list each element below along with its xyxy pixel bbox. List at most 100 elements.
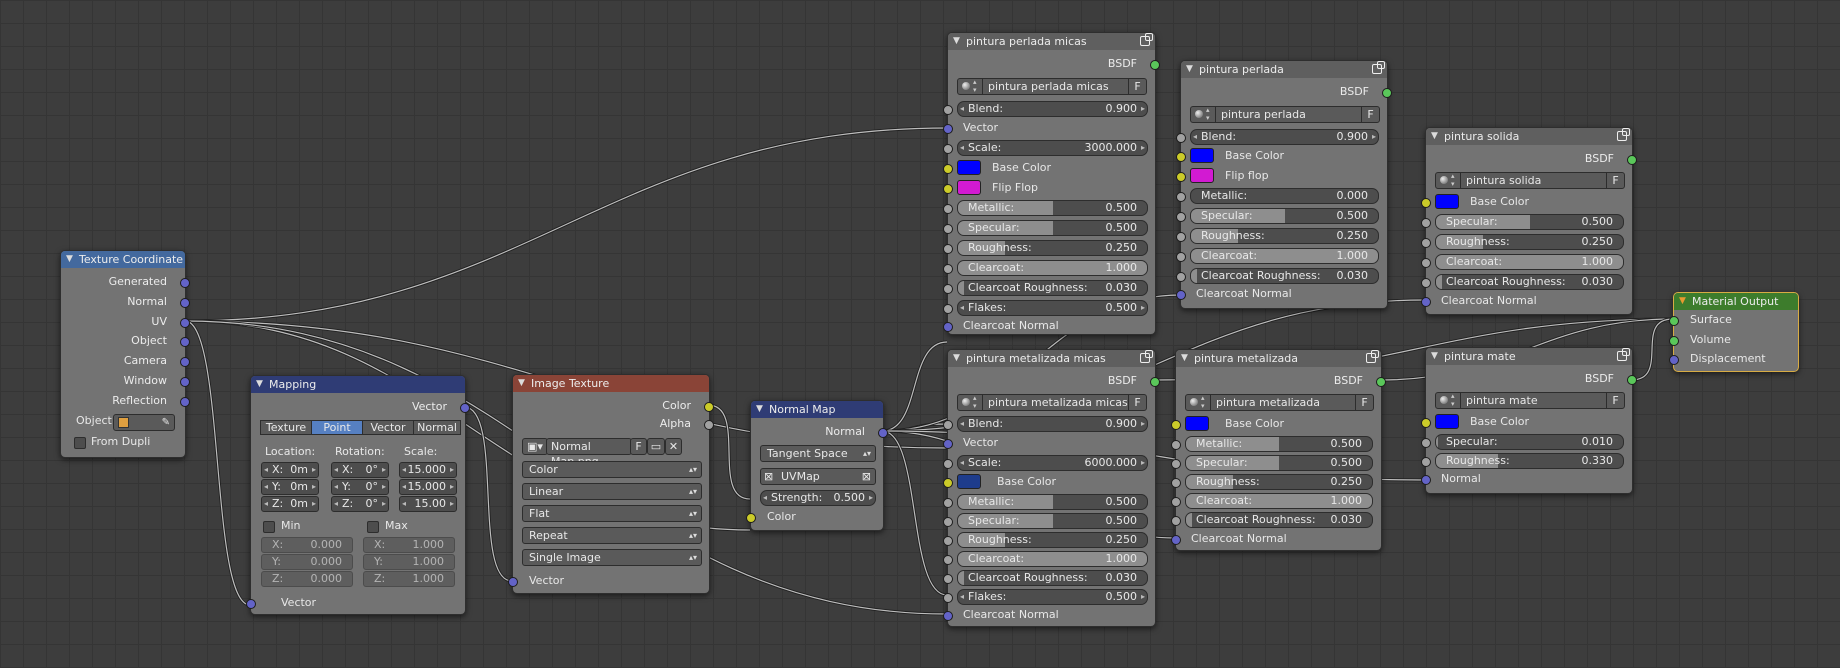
socket-specular[interactable] xyxy=(1171,459,1181,469)
metallic-field[interactable]: Metallic: 0.500 xyxy=(1185,436,1373,452)
source-dropdown[interactable]: Single Image ▴▾ xyxy=(522,549,702,566)
socket-base-color[interactable] xyxy=(1176,152,1186,162)
metallic-field[interactable]: Metallic: 0.500 xyxy=(957,494,1148,510)
tab-normal[interactable]: Normal xyxy=(413,420,461,435)
node-link[interactable] xyxy=(184,319,251,607)
socket-bsdf-out[interactable] xyxy=(1382,88,1392,98)
socket-clearcoat-normal[interactable] xyxy=(1176,290,1186,300)
socket-clearcoat-roughness[interactable] xyxy=(1171,516,1181,526)
socket-color-in[interactable] xyxy=(746,513,756,523)
socket-flakes[interactable] xyxy=(943,593,953,603)
normal-map-node[interactable]: ▼ Normal Map Normal Tangent Space ▴▾ ⊠ UVM… xyxy=(746,400,888,531)
node-link[interactable] xyxy=(881,422,948,433)
pintura-perlada-node[interactable]: ▼ pintura perlada BSDF pintura perladaF ◂… xyxy=(1176,60,1392,309)
flakes-field[interactable]: ◂ Flakes: 0.500 ▸ xyxy=(957,300,1148,316)
node-header[interactable]: ▼ pintura mate xyxy=(1426,348,1632,365)
pintura-mate-node[interactable]: ▼ pintura mate BSDF pintura mateF Base Co… xyxy=(1421,347,1637,494)
collapse-triangle-icon[interactable]: ▼ xyxy=(1431,128,1438,145)
socket-roughness[interactable] xyxy=(943,536,953,546)
node-toggle-icon[interactable] xyxy=(1366,350,1379,363)
clearcoat-roughness-field[interactable]: Clearcoat Roughness: 0.030 xyxy=(1190,268,1379,284)
tab-point[interactable]: Point xyxy=(311,420,363,435)
socket-blend[interactable] xyxy=(1176,133,1186,143)
node-toggle-icon[interactable] xyxy=(1140,350,1153,363)
roughness-field[interactable]: Roughness: 0.250 xyxy=(957,240,1148,256)
socket-uv[interactable] xyxy=(180,318,190,328)
color-space-dropdown[interactable]: Color ▴▾ xyxy=(522,461,702,478)
max-y-field[interactable]: Y: 1.000 xyxy=(363,554,455,570)
socket-flip-flop[interactable] xyxy=(1176,172,1186,182)
roughness-field[interactable]: Roughness: 0.250 xyxy=(1190,228,1379,244)
clearcoat-field[interactable]: Clearcoat: 1.000 xyxy=(1185,493,1373,509)
base-color-swatch[interactable] xyxy=(957,474,981,489)
socket-clearcoat[interactable] xyxy=(943,264,953,274)
blend-field[interactable]: ◂ Blend: 0.900 ▸ xyxy=(957,416,1148,432)
specular-field[interactable]: Specular: 0.500 xyxy=(1190,208,1379,224)
location-z-field[interactable]: ◂ Z: 0m ▸ xyxy=(261,496,319,512)
metallic-field[interactable]: Metallic: 0.500 xyxy=(957,200,1148,216)
socket-clearcoat-roughness[interactable] xyxy=(943,284,953,294)
socket-roughness[interactable] xyxy=(1421,238,1431,248)
socket-generated[interactable] xyxy=(180,278,190,288)
material-sphere-icon[interactable] xyxy=(1435,392,1462,409)
image-name-field[interactable]: Normal Map.png xyxy=(546,438,632,468)
collapse-triangle-icon[interactable]: ▼ xyxy=(953,33,960,50)
socket-clearcoat-normal[interactable] xyxy=(943,322,953,332)
group-selector[interactable]: pintura mateF xyxy=(1435,392,1625,409)
socket-clearcoat-roughness[interactable] xyxy=(943,574,953,584)
uv-map-field[interactable]: ⊠ UVMap ⊠ xyxy=(760,468,876,485)
image-texture-node[interactable]: ▼ Image Texture Color Alpha ▣▾ Normal Map… xyxy=(508,374,714,594)
scale-y-field[interactable]: ◂ 15.000 ▸ xyxy=(399,479,457,495)
group-selector[interactable]: pintura solidaF xyxy=(1435,172,1625,189)
mapping-type-tabs[interactable]: Texture Point Vector Normal xyxy=(260,420,461,435)
socket-specular[interactable] xyxy=(943,224,953,234)
material-sphere-icon[interactable] xyxy=(957,394,984,411)
interpolation-dropdown[interactable]: Linear ▴▾ xyxy=(522,483,702,500)
close-icon[interactable]: ⊠ xyxy=(862,469,871,484)
open-image-button[interactable]: ▭ xyxy=(647,438,665,455)
socket-roughness[interactable] xyxy=(1171,478,1181,488)
specular-field[interactable]: Specular: 0.500 xyxy=(957,513,1148,529)
min-z-field[interactable]: Z: 0.000 xyxy=(261,571,353,587)
socket-specular[interactable] xyxy=(1421,218,1431,228)
unlink-image-button[interactable]: ✕ xyxy=(665,438,682,455)
socket-camera[interactable] xyxy=(180,357,190,367)
base-color-swatch[interactable] xyxy=(1190,148,1214,163)
material-sphere-icon[interactable] xyxy=(1185,394,1212,411)
group-selector[interactable]: pintura metalizadaF xyxy=(1185,394,1374,411)
socket-base-color[interactable] xyxy=(1421,198,1431,208)
socket-base-color[interactable] xyxy=(943,478,953,488)
collapse-triangle-icon[interactable]: ▼ xyxy=(256,376,263,393)
node-toggle-icon[interactable] xyxy=(1617,128,1630,141)
socket-clearcoat[interactable] xyxy=(1171,497,1181,507)
socket-vector-in[interactable] xyxy=(246,599,256,609)
socket-bsdf-out[interactable] xyxy=(1150,377,1160,387)
roughness-field[interactable]: Roughness: 0.250 xyxy=(1185,474,1373,490)
socket-blend[interactable] xyxy=(943,105,953,115)
collapse-triangle-icon[interactable]: ▼ xyxy=(756,401,763,418)
socket-normal[interactable] xyxy=(180,298,190,308)
from-dupli-checkbox[interactable] xyxy=(74,437,86,449)
socket-bsdf-out[interactable] xyxy=(1150,60,1160,70)
base-color-swatch[interactable] xyxy=(957,160,981,175)
group-selector[interactable]: pintura perladaF xyxy=(1190,106,1380,123)
flip-flop-swatch[interactable] xyxy=(1190,168,1214,183)
collapse-triangle-icon[interactable]: ▼ xyxy=(1186,61,1193,78)
max-checkbox[interactable] xyxy=(367,521,379,533)
pintura-solida-node[interactable]: ▼ pintura solida BSDF pintura solidaF Bas… xyxy=(1421,127,1637,315)
base-color-swatch[interactable] xyxy=(1185,416,1209,431)
socket-specular[interactable] xyxy=(943,517,953,527)
socket-reflection[interactable] xyxy=(180,397,190,407)
texture-coordinate-node[interactable]: ▼ Texture Coordinate Generated Normal UV … xyxy=(60,250,190,458)
roughness-field[interactable]: Roughness: 0.250 xyxy=(1435,234,1624,250)
flakes-field[interactable]: ◂ Flakes: 0.500 ▸ xyxy=(957,589,1148,605)
node-link[interactable] xyxy=(881,340,948,433)
clearcoat-field[interactable]: Clearcoat: 1.000 xyxy=(957,551,1148,567)
image-browse-button[interactable]: ▣▾ xyxy=(522,438,548,455)
rotation-y-field[interactable]: ◂ Y: 0° ▸ xyxy=(331,479,389,495)
collapse-triangle-icon[interactable]: ▼ xyxy=(1679,293,1686,310)
socket-clearcoat[interactable] xyxy=(943,555,953,565)
strength-field[interactable]: ◂ Strength: 0.500 ▸ xyxy=(760,490,876,506)
socket-bsdf-out[interactable] xyxy=(1376,377,1386,387)
node-link[interactable] xyxy=(463,405,513,583)
